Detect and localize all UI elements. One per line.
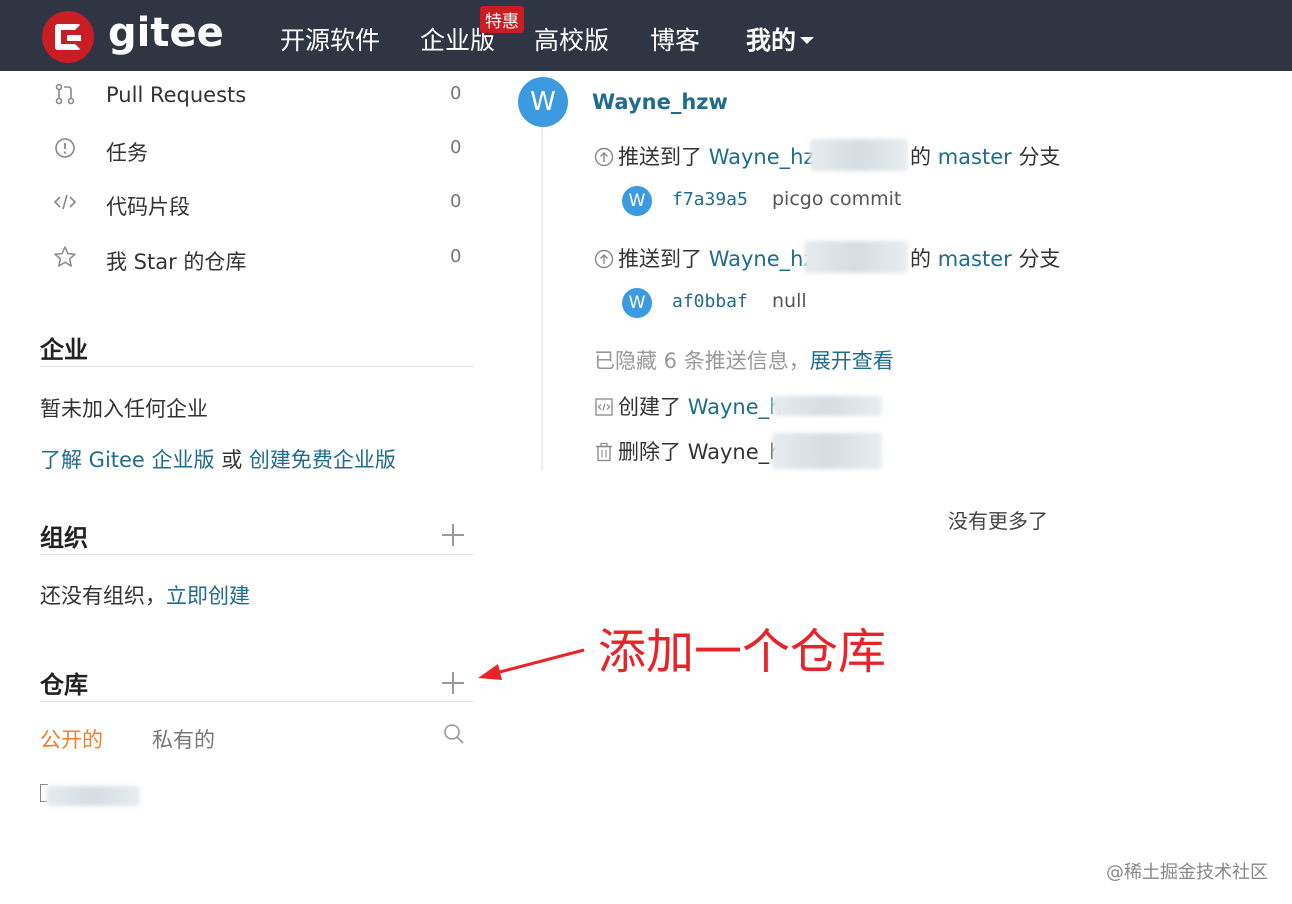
push-up-icon bbox=[594, 249, 614, 269]
feed-event-create: 创建了 Wayne_h bbox=[594, 391, 782, 421]
redacted-repo bbox=[772, 396, 882, 416]
event-action: 删除了 bbox=[618, 440, 681, 464]
pull-request-icon bbox=[55, 83, 75, 105]
sidebar-item-label: 代码片段 bbox=[106, 195, 190, 219]
event-repo-link[interactable]: Wayne_h bbox=[688, 395, 783, 419]
divider bbox=[40, 366, 474, 367]
event-action: 创建了 bbox=[618, 395, 681, 419]
repos-section-title: 仓库 bbox=[40, 671, 88, 699]
sidebar-item-count: 0 bbox=[450, 83, 462, 104]
feed-event-push: 推送到了 Wayne_hz bbox=[594, 141, 814, 171]
code-icon bbox=[53, 194, 77, 210]
expand-link[interactable]: 展开查看 bbox=[810, 349, 894, 373]
redacted-repo bbox=[810, 139, 908, 171]
redacted-repo-name[interactable] bbox=[46, 786, 140, 806]
sidebar-item-pull-requests[interactable]: Pull Requests 0 bbox=[0, 75, 480, 115]
commit-sha-link[interactable]: af0bbaf bbox=[672, 291, 748, 312]
issue-icon bbox=[55, 138, 75, 158]
orgs-section-title: 组织 bbox=[40, 524, 88, 552]
sidebar-item-issues[interactable]: 任务 0 bbox=[0, 129, 480, 169]
redacted-repo bbox=[772, 433, 882, 469]
add-org-icon[interactable] bbox=[440, 522, 466, 548]
no-more-text: 没有更多了 bbox=[948, 509, 1048, 533]
sidebar-item-snippets[interactable]: 代码片段 0 bbox=[0, 183, 480, 223]
feed-event-branch: 的 master 分支 bbox=[910, 243, 1060, 273]
commit-message: null bbox=[772, 290, 807, 312]
promo-badge: 特惠 bbox=[480, 6, 524, 33]
enterprise-links: 了解 Gitee 企业版 或 创建免费企业版 bbox=[40, 444, 396, 474]
tab-public[interactable]: 公开的 bbox=[40, 724, 103, 754]
sidebar-item-count: 0 bbox=[450, 137, 462, 158]
redacted-repo bbox=[804, 241, 908, 273]
sidebar-item-label: 我 Star 的仓库 bbox=[106, 250, 247, 274]
event-repo-link[interactable]: Wayne_hz bbox=[709, 145, 815, 169]
branch-link[interactable]: master bbox=[938, 247, 1012, 271]
top-navbar: gitee 开源软件 企业版 特惠 高校版 博客 我的 bbox=[0, 0, 1292, 71]
create-enterprise-link[interactable]: 创建免费企业版 bbox=[249, 448, 396, 472]
commit-avatar[interactable]: W bbox=[622, 186, 652, 216]
chevron-down-icon bbox=[800, 36, 815, 44]
divider bbox=[40, 701, 474, 702]
feed-event-branch: 的 master 分支 bbox=[910, 141, 1060, 171]
create-org-link[interactable]: 立即创建 bbox=[166, 584, 250, 608]
commit-avatar[interactable]: W bbox=[622, 288, 652, 318]
event-of: 的 bbox=[910, 247, 931, 271]
event-suffix: 分支 bbox=[1018, 145, 1061, 169]
feed-event-delete: 删除了 Wayne_h bbox=[594, 436, 782, 466]
code-file-icon bbox=[595, 398, 613, 416]
nav-mine-label: 我的 bbox=[746, 26, 797, 55]
feed-user-name[interactable]: Wayne_hzw bbox=[592, 90, 728, 114]
tab-private[interactable]: 私有的 bbox=[152, 724, 215, 754]
branch-link[interactable]: master bbox=[938, 145, 1012, 169]
nav-open-source[interactable]: 开源软件 bbox=[280, 21, 380, 57]
event-action: 推送到了 bbox=[618, 145, 702, 169]
timeline-line bbox=[541, 120, 543, 470]
annotation-arrow-icon bbox=[478, 648, 585, 680]
avatar[interactable]: W bbox=[518, 77, 568, 127]
hidden-push-text: 已隐藏 6 条推送信息， bbox=[594, 349, 810, 373]
divider bbox=[40, 554, 474, 555]
nav-blog[interactable]: 博客 bbox=[650, 21, 700, 57]
enterprise-empty-text: 暂未加入任何企业 bbox=[40, 397, 208, 421]
event-suffix: 分支 bbox=[1018, 247, 1061, 271]
event-repo-link[interactable]: Wayne_hz bbox=[709, 247, 815, 271]
nav-education[interactable]: 高校版 bbox=[534, 21, 609, 57]
sidebar-item-label: 任务 bbox=[106, 141, 148, 165]
search-icon[interactable] bbox=[442, 722, 466, 746]
watermark-text: @稀土掘金技术社区 bbox=[1106, 862, 1268, 883]
enterprise-section-title: 企业 bbox=[40, 336, 88, 364]
learn-enterprise-link[interactable]: 了解 Gitee 企业版 bbox=[40, 448, 215, 472]
event-action: 推送到了 bbox=[618, 247, 702, 271]
sidebar-item-count: 0 bbox=[450, 191, 462, 212]
logo-text[interactable]: gitee bbox=[108, 10, 224, 56]
trash-icon bbox=[596, 442, 612, 462]
sidebar-item-label: Pull Requests bbox=[106, 83, 247, 107]
annotation-text: 添加一个仓库 bbox=[598, 624, 887, 680]
orgs-empty: 还没有组织，立即创建 bbox=[40, 580, 250, 610]
push-up-icon bbox=[594, 147, 614, 167]
nav-mine-dropdown[interactable]: 我的 bbox=[746, 21, 815, 57]
add-repo-icon[interactable] bbox=[440, 670, 466, 696]
sidebar-item-count: 0 bbox=[450, 246, 462, 267]
feed-event-push: 推送到了 Wayne_hz bbox=[594, 243, 814, 273]
commit-sha-link[interactable]: f7a39a5 bbox=[672, 189, 748, 210]
sidebar-item-starred[interactable]: 我 Star 的仓库 0 bbox=[0, 238, 480, 278]
hidden-push-info: 已隐藏 6 条推送信息，展开查看 bbox=[594, 345, 894, 375]
event-of: 的 bbox=[910, 145, 931, 169]
event-repo-name: Wayne_h bbox=[687, 440, 783, 464]
orgs-empty-text: 还没有组织， bbox=[40, 584, 166, 608]
or-text: 或 bbox=[221, 448, 243, 472]
gitee-logo-icon[interactable] bbox=[42, 11, 94, 63]
commit-message: picgo commit bbox=[772, 188, 902, 210]
star-icon bbox=[54, 246, 76, 267]
